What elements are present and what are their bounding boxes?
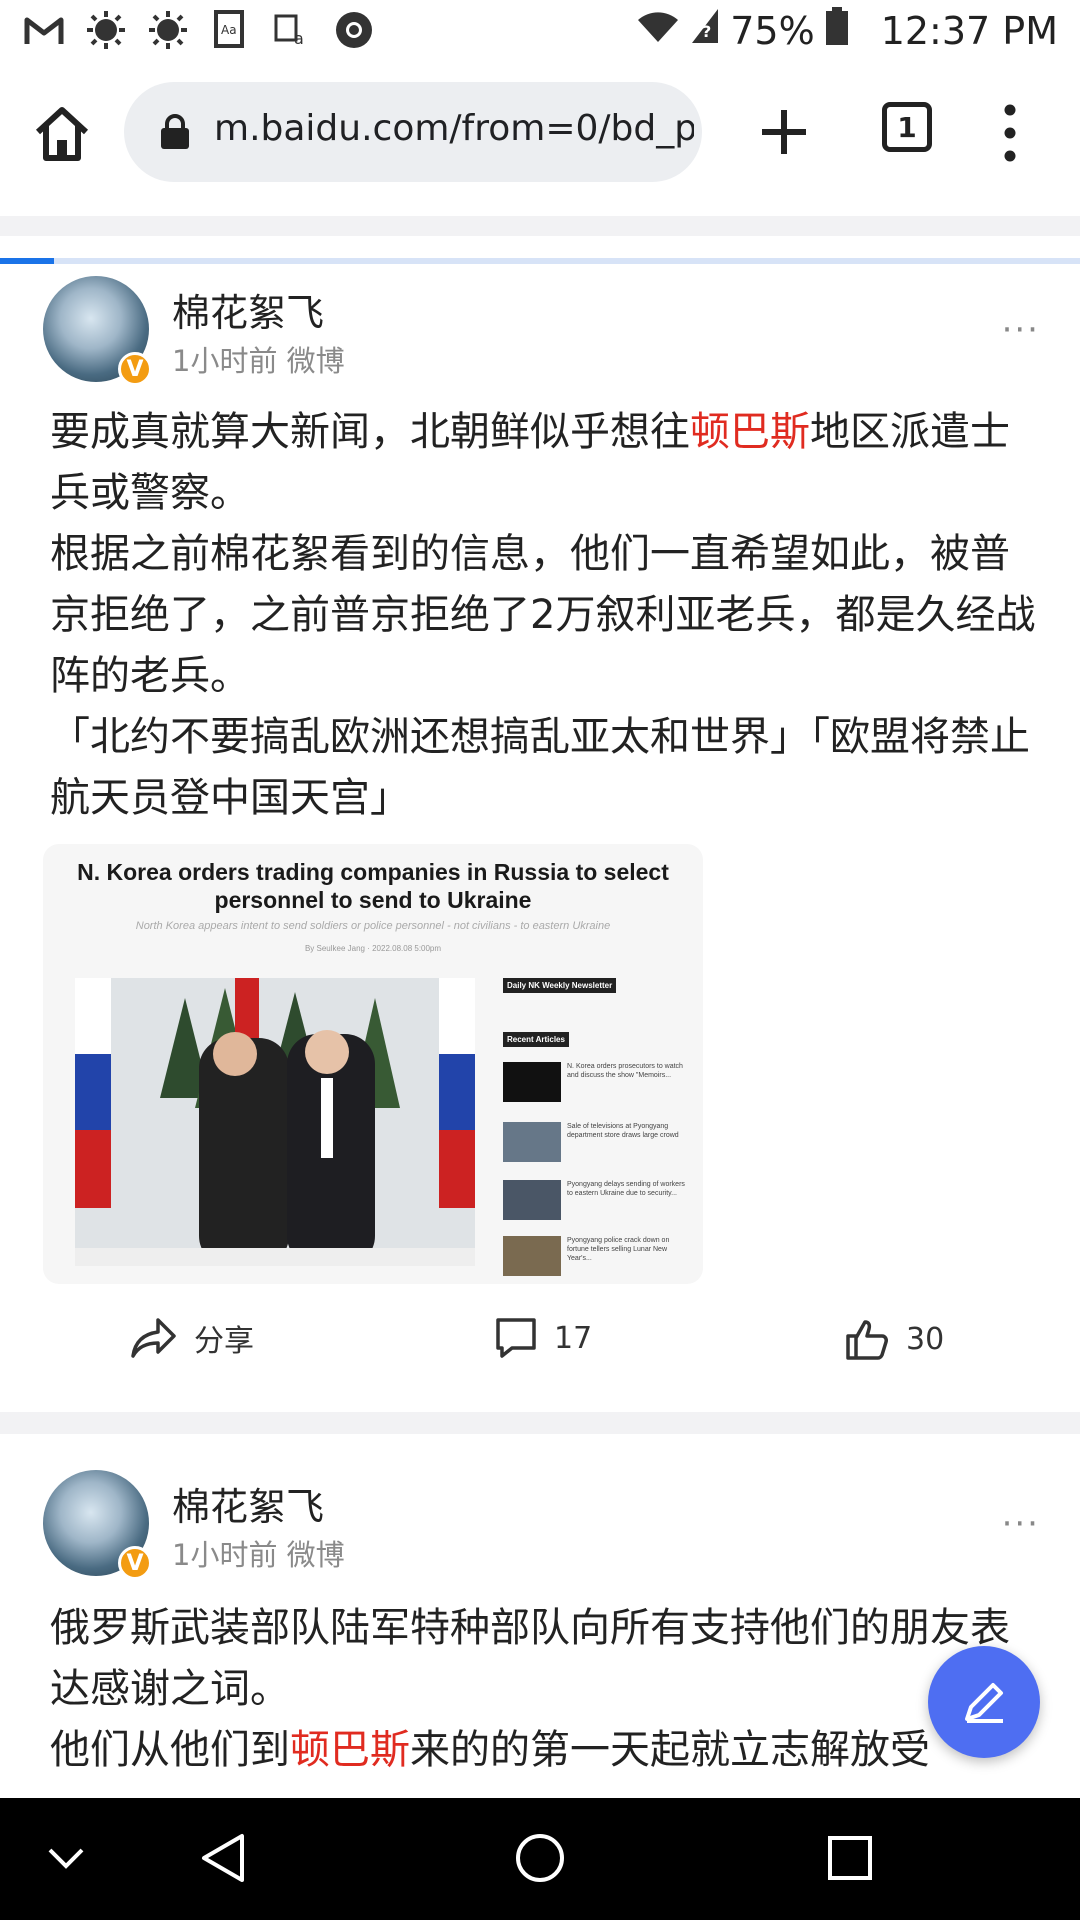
plus-icon	[762, 110, 806, 154]
article-sidebar: Daily NK Weekly Newsletter Recent Articl…	[503, 978, 693, 1276]
thumbs-up-icon	[846, 1320, 888, 1360]
clock: 12:37 PM	[880, 8, 1058, 53]
post-image[interactable]: N. Korea orders trading companies in Rus…	[43, 844, 703, 1284]
recent-article: N. Korea orders prosecutors to watch and…	[503, 1062, 693, 1112]
verified-badge-icon: V	[118, 1546, 152, 1580]
svg-text:Aa: Aa	[221, 23, 237, 37]
text-run: 「北约不要搞乱欧洲还想搞乱亚太和世界」「欧盟将禁止航天员登中国天宫」	[50, 714, 1030, 821]
more-vert-icon	[1004, 104, 1016, 162]
recent-article-title: N. Korea orders prosecutors to watch and…	[567, 1063, 683, 1079]
hide-keyboard-button[interactable]	[36, 1828, 96, 1888]
url-text[interactable]: m.baidu.com/from=0/bd_page	[214, 108, 694, 149]
pencil-icon	[965, 1683, 1003, 1723]
article-thumbnail	[503, 1236, 561, 1276]
recent-article: Pyongyang delays sending of workers to e…	[503, 1180, 693, 1230]
feed-divider	[0, 1412, 1080, 1434]
back-triangle-icon	[202, 1834, 244, 1882]
text-run: 要成真就算大新闻，北朝鲜似乎想往	[50, 409, 690, 455]
progress-fill	[0, 258, 54, 264]
post-time: 1小时前	[172, 1538, 278, 1572]
tab-switcher-button[interactable]: 1	[882, 102, 932, 152]
browser-toolbar: m.baidu.com/from=0/bd_page 1	[0, 62, 1080, 264]
post-source: 微博	[286, 344, 345, 378]
share-label: 分享	[194, 1324, 254, 1359]
like-count: 30	[906, 1321, 945, 1357]
svg-text:?: ?	[702, 22, 711, 41]
recents-button[interactable]	[820, 1828, 880, 1888]
signal-unknown-icon: ?	[690, 7, 720, 54]
text-run: 来的的第一天起就立志解放受	[410, 1727, 930, 1773]
compose-button[interactable]	[928, 1646, 1040, 1758]
tab-count: 1	[897, 110, 917, 144]
article-headline: N. Korea orders trading companies in Rus…	[77, 859, 669, 913]
reader-icon: Aa	[208, 8, 252, 52]
post-source: 微博	[286, 1538, 345, 1572]
post-time: 1小时前	[172, 344, 278, 378]
text-run: 俄罗斯武装部队陆军特种部队向所有支持他们的朋友表达感谢之词。	[50, 1605, 1010, 1712]
recent-articles-label: Recent Articles	[503, 1032, 569, 1047]
like-button[interactable]: 30	[844, 1316, 944, 1362]
author-name[interactable]: 棉花絮飞	[172, 282, 324, 337]
battery-percent: 75%	[730, 8, 815, 53]
recent-article: Pyongyang police crack down on fortune t…	[503, 1236, 693, 1284]
text-run: 根据之前棉花絮看到的信息，他们一直希望如此，被普京拒绝了，之前普京拒绝了2万叙利…	[50, 531, 1036, 699]
address-bar[interactable]: m.baidu.com/from=0/bd_page	[124, 82, 702, 182]
recent-article-title: Pyongyang police crack down on fortune t…	[567, 1237, 670, 1262]
share-icon	[131, 1318, 176, 1358]
chrome-icon	[332, 8, 376, 52]
status-bar: Aa a ? 75% 12:37 PM	[0, 0, 1080, 62]
lock-icon	[161, 114, 189, 149]
post-actions: 分享 17 30	[0, 1306, 1080, 1386]
article-byline: By Seulkee Jang · 2022.08.08 5:00pm	[304, 944, 442, 953]
article-thumbnail	[503, 1062, 561, 1102]
post-meta: 1小时前 微博	[172, 1532, 345, 1574]
home-button[interactable]	[30, 102, 94, 166]
comment-button[interactable]: 17	[494, 1316, 592, 1360]
page-load-progress	[0, 258, 1080, 264]
home-circle-icon	[516, 1834, 564, 1882]
system-nav-bar	[0, 1798, 1080, 1920]
share-button[interactable]: 分享	[130, 1316, 254, 1360]
article-thumbnail	[503, 1180, 561, 1220]
more-options-button[interactable]: ···	[1002, 310, 1040, 350]
feed-divider	[0, 216, 1080, 236]
home-nav-button[interactable]	[510, 1828, 570, 1888]
recents-square-icon	[828, 1836, 872, 1880]
post-meta: 1小时前 微博	[172, 338, 345, 380]
wifi-icon	[636, 9, 680, 53]
home-icon	[35, 107, 89, 161]
hashtag-link[interactable]: 顿巴斯	[290, 1727, 410, 1773]
recent-article-title: Sale of televisions at Pyongyang departm…	[567, 1123, 679, 1139]
article-photo	[75, 978, 475, 1266]
newsletter-label: Daily NK Weekly Newsletter	[503, 978, 617, 993]
hashtag-link[interactable]: 顿巴斯	[690, 409, 810, 455]
new-tab-button[interactable]	[752, 100, 816, 164]
sun-icon	[84, 8, 128, 52]
overflow-menu-button[interactable]	[990, 98, 1030, 168]
sun-icon	[146, 8, 190, 52]
comment-count: 17	[554, 1320, 593, 1356]
article-subtitle: North Korea appears intent to send soldi…	[135, 920, 611, 932]
chevron-down-icon	[48, 1848, 84, 1869]
recent-article-title: Pyongyang delays sending of workers to e…	[567, 1181, 685, 1197]
comment-icon	[496, 1318, 536, 1358]
article-thumbnail	[503, 1122, 561, 1162]
back-button[interactable]	[196, 1828, 256, 1888]
gmail-icon	[22, 8, 66, 52]
battery-icon	[825, 6, 849, 55]
verified-badge-icon: V	[118, 352, 152, 386]
translate-icon: a	[270, 8, 314, 52]
post-text[interactable]: 要成真就算大新闻，北朝鲜似乎想往顿巴斯地区派遣士兵或警察。 根据之前棉花絮看到的信…	[50, 402, 1040, 829]
post-text[interactable]: 俄罗斯武装部队陆军特种部队向所有支持他们的朋友表达感谢之词。他们从他们到顿巴斯来…	[50, 1598, 1040, 1798]
author-name[interactable]: 棉花絮飞	[172, 1476, 324, 1531]
text-run: 他们从他们到	[50, 1727, 290, 1773]
more-options-button[interactable]: ···	[1002, 1504, 1040, 1544]
recent-article: Sale of televisions at Pyongyang departm…	[503, 1122, 693, 1172]
svg-text:a: a	[294, 29, 304, 48]
